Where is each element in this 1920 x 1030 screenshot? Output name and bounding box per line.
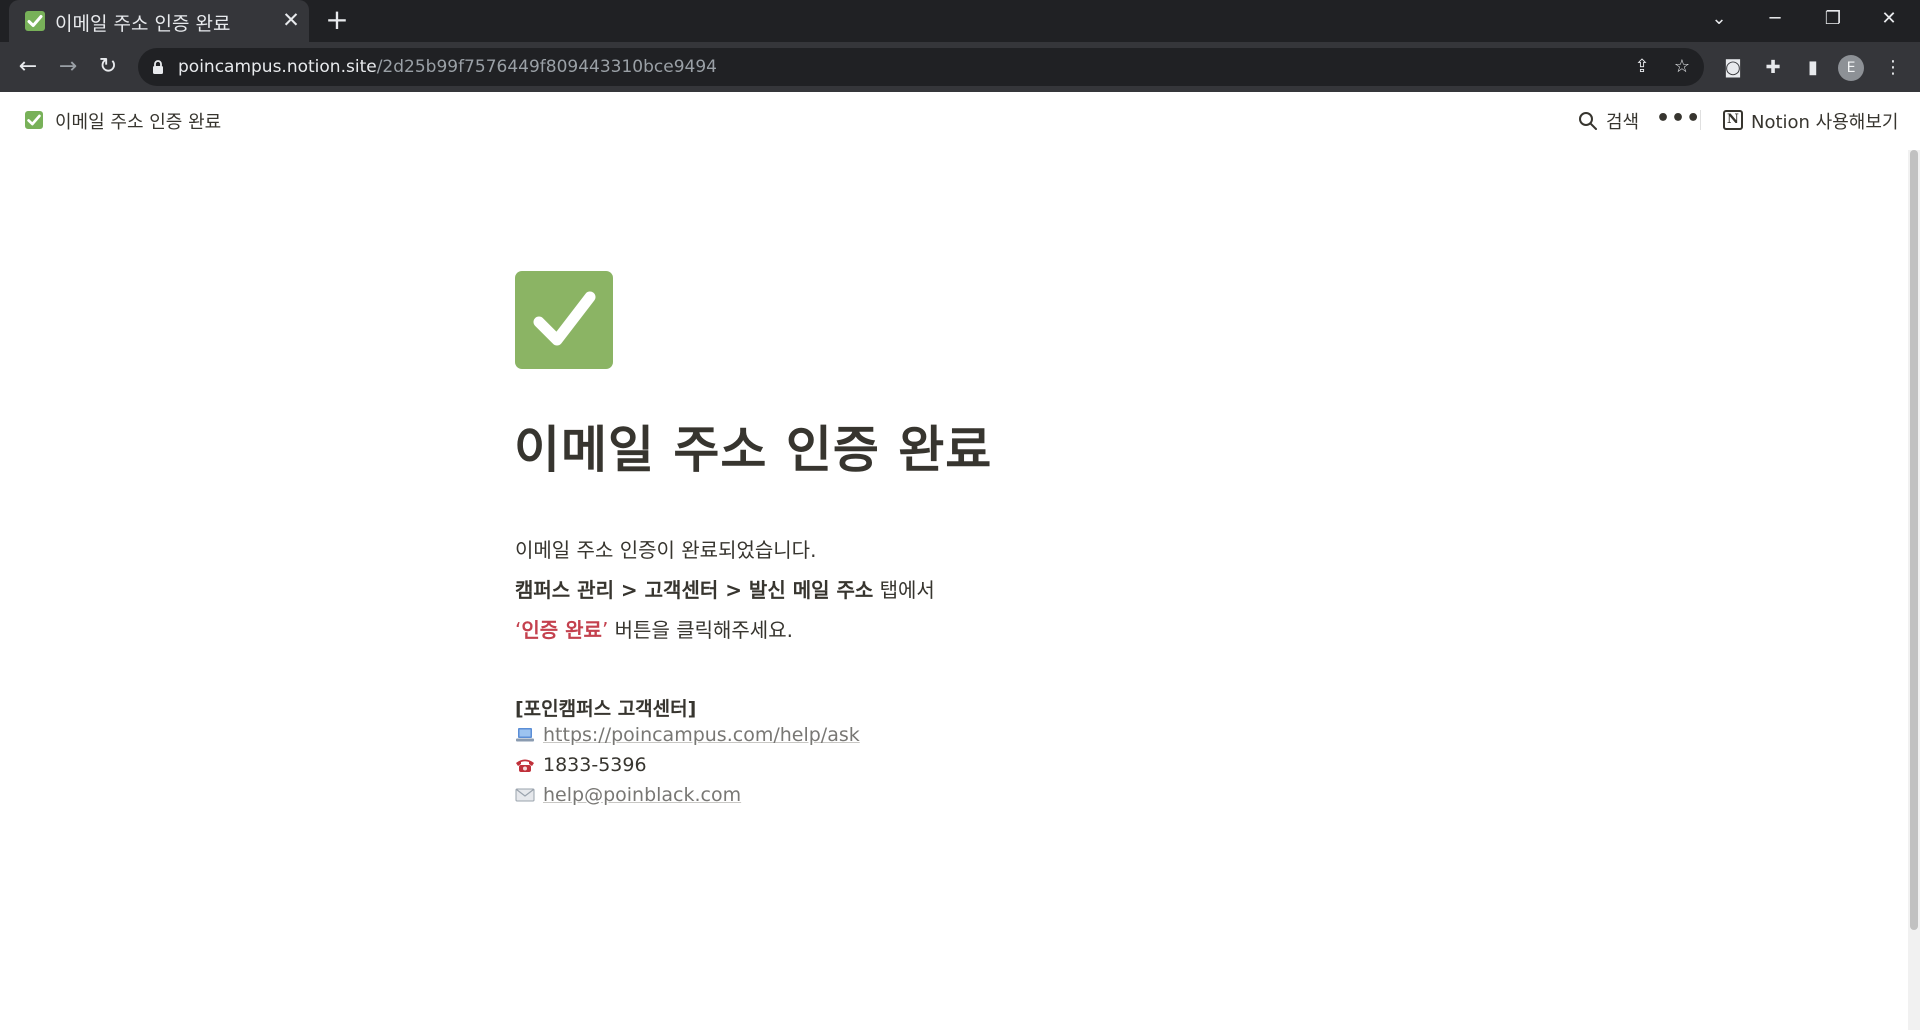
try-notion-button[interactable]: Notion 사용해보기 — [1751, 108, 1898, 134]
tab-search-icon[interactable]: ⌄ — [1696, 0, 1742, 38]
extensions-puzzle-icon[interactable]: ✚ — [1760, 55, 1786, 81]
support-email-link[interactable]: help@poinblack.com — [543, 784, 741, 806]
telephone-icon — [515, 756, 535, 772]
browser-tab-bar: 이메일 주소 인증 완료 ✕ + ⌄ ─ ❐ ✕ — [0, 0, 1920, 42]
check-mark-page-icon[interactable] — [515, 271, 613, 369]
verify-complete-highlight: 인증 완료 — [521, 618, 602, 642]
close-window-icon[interactable]: ✕ — [1866, 0, 1912, 38]
page-title: 이메일 주소 인증 완료 — [514, 421, 993, 479]
restore-icon[interactable]: ❐ — [1810, 0, 1856, 38]
profile-avatar[interactable]: E — [1838, 55, 1864, 81]
support-email-row: help@poinblack.com — [515, 784, 741, 806]
lock-icon[interactable] — [152, 59, 164, 79]
url-path: /2d25b99f7576449f809443310bce9494 — [376, 57, 717, 77]
search-icon[interactable] — [1578, 111, 1598, 135]
instruction-button-text: ‘인증 완료’ 버튼을 클릭해주세요. — [515, 614, 793, 643]
forward-icon[interactable]: → — [52, 51, 84, 83]
side-panel-icon[interactable]: ▮ — [1800, 55, 1826, 81]
scrollbar-thumb[interactable] — [1910, 150, 1918, 930]
topbar-divider — [1700, 110, 1701, 130]
new-tab-icon[interactable]: + — [324, 6, 350, 36]
instruction-button-suffix: 버튼을 클릭해주세요. — [608, 618, 793, 642]
support-url-link[interactable]: https://poincampus.com/help/ask — [543, 724, 860, 746]
laptop-icon — [515, 726, 535, 742]
support-url-row: https://poincampus.com/help/ask — [515, 724, 860, 746]
support-heading: [포인캠퍼스 고객센터] — [515, 698, 697, 720]
envelope-icon — [515, 786, 535, 802]
close-tab-icon[interactable]: ✕ — [279, 7, 303, 33]
confirmation-text: 이메일 주소 인증이 완료되었습니다. — [515, 538, 817, 562]
minimize-icon[interactable]: ─ — [1752, 0, 1798, 38]
camera-icon[interactable]: ◙ — [1720, 55, 1746, 81]
bookmark-star-icon[interactable]: ☆ — [1670, 55, 1694, 79]
reload-icon[interactable]: ↻ — [92, 51, 124, 83]
url-host: poincampus.notion.site — [178, 57, 377, 77]
support-phone-number: 1833-5396 — [543, 754, 647, 776]
notion-logo-icon[interactable]: N — [1723, 110, 1743, 130]
more-options-icon[interactable]: ••• — [1656, 106, 1701, 131]
url-text: poincampus.notion.site/2d25b99f7576449f8… — [178, 57, 717, 77]
tab-title: 이메일 주소 인증 완료 — [55, 13, 231, 35]
back-icon[interactable]: ← — [12, 51, 44, 83]
breadcrumb-title[interactable]: 이메일 주소 인증 완료 — [55, 108, 221, 134]
instruction-suffix: 탭에서 — [873, 578, 935, 602]
support-phone-row: 1833-5396 — [515, 754, 647, 776]
browser-menu-icon[interactable]: ⋮ — [1880, 55, 1906, 81]
address-bar[interactable]: poincampus.notion.site/2d25b99f7576449f8… — [138, 48, 1704, 86]
share-icon[interactable]: ⇪ — [1630, 55, 1654, 79]
instruction-path-text: 캠퍼스 관리 > 고객센터 > 발신 메일 주소 탭에서 — [515, 574, 935, 603]
notion-topbar: 이메일 주소 인증 완료 검색 ••• N Notion 사용해보기 — [0, 92, 1920, 150]
notion-page: 이메일 주소 인증 완료 검색 ••• N Notion 사용해보기 이메일 주… — [0, 92, 1920, 1030]
browser-tab[interactable]: 이메일 주소 인증 완료 ✕ — [9, 0, 309, 42]
search-button[interactable]: 검색 — [1606, 108, 1639, 134]
menu-path: 캠퍼스 관리 > 고객센터 > 발신 메일 주소 — [515, 578, 874, 602]
check-mark-icon — [25, 111, 43, 129]
browser-toolbar: ← → ↻ poincampus.notion.site/2d25b99f757… — [0, 42, 1920, 92]
check-mark-icon — [25, 11, 45, 31]
